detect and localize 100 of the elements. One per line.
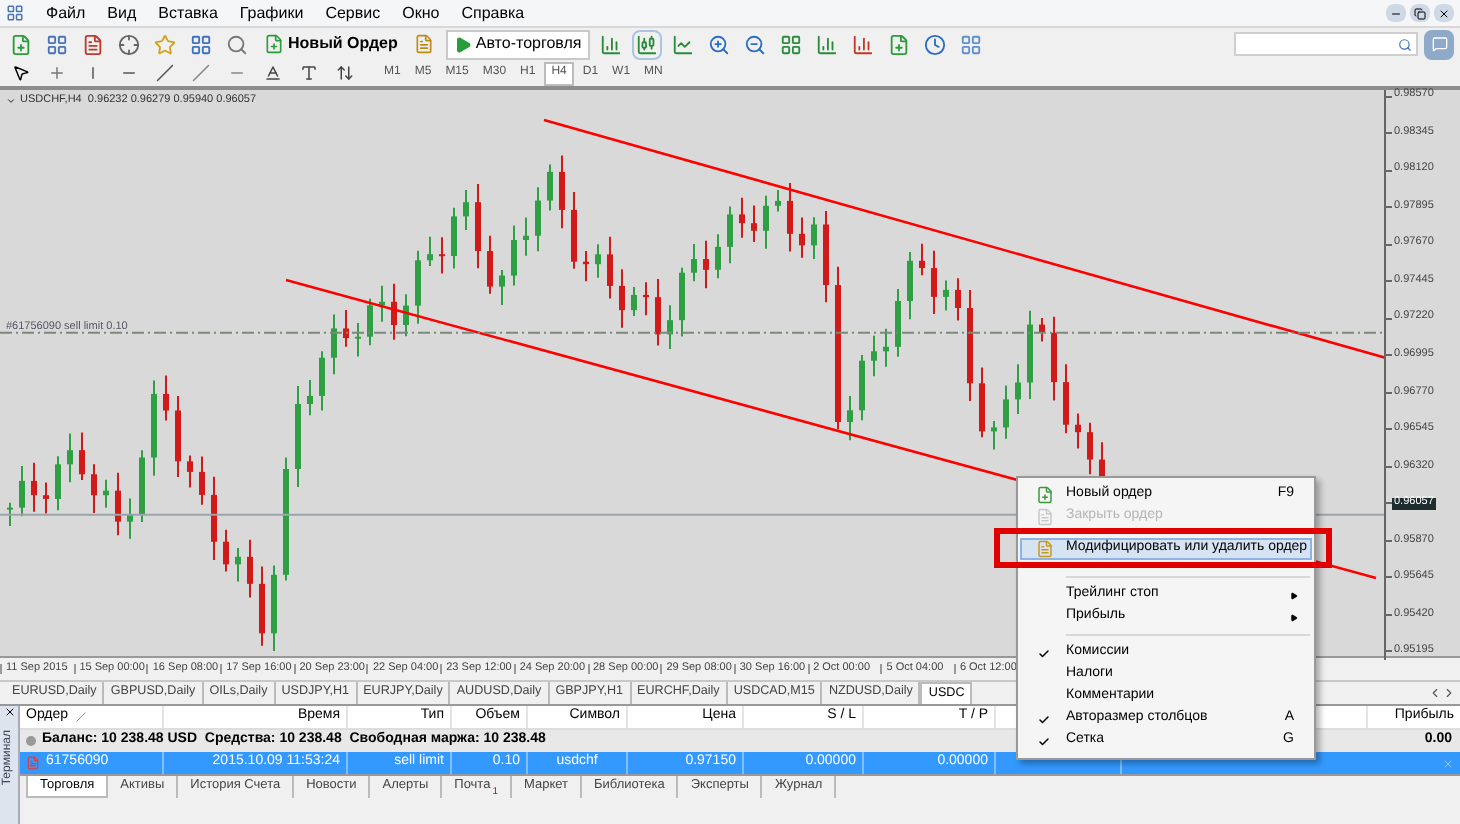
candle: [295, 384, 301, 489]
candle: [1015, 363, 1021, 416]
dropdown-icon[interactable]: [6, 95, 16, 106]
candle: [1063, 363, 1069, 435]
candle: [19, 464, 25, 518]
candle: [643, 281, 649, 317]
menu-item[interactable]: Справка: [461, 5, 525, 21]
minimize-icon[interactable]: [1386, 4, 1406, 22]
candle: [487, 234, 493, 295]
scroll-right-icon[interactable]: [1442, 686, 1456, 700]
close-icon[interactable]: [1434, 4, 1454, 22]
candle: [691, 243, 697, 283]
menu-item[interactable]: Окно: [402, 5, 440, 21]
menu-item[interactable]: Файл: [46, 5, 86, 21]
candle: [7, 501, 13, 527]
candle: [103, 478, 109, 509]
candle: [31, 461, 37, 513]
candle: [559, 154, 565, 230]
candle: [871, 334, 877, 378]
candle: [883, 327, 889, 368]
candle: [79, 431, 85, 481]
candle: [979, 366, 985, 439]
candle: [247, 538, 253, 599]
candle: [475, 183, 481, 270]
candle: [619, 268, 625, 329]
candle: [727, 205, 733, 265]
candle: [151, 379, 157, 477]
candle: [1027, 309, 1033, 400]
candle: [967, 289, 973, 402]
candle: [163, 374, 169, 422]
candle: [715, 233, 721, 280]
candle: [499, 268, 505, 306]
candle: [355, 321, 361, 358]
candle: [67, 432, 73, 484]
candlestick-chart-icon[interactable]: [631, 29, 662, 59]
search-field[interactable]: [1234, 32, 1418, 56]
channel-upper-line[interactable]: [543, 118, 1386, 360]
candle: [919, 242, 925, 277]
candle: [607, 235, 613, 300]
candle: [799, 216, 805, 259]
menu-item[interactable]: Вставка: [158, 5, 218, 21]
candle: [211, 475, 217, 561]
candle: [1003, 384, 1009, 440]
candle: [667, 304, 673, 351]
candle: [811, 216, 817, 260]
crosshair-icon[interactable]: [114, 29, 144, 59]
candle: [331, 313, 337, 376]
candle: [1087, 421, 1093, 476]
candle: [439, 236, 445, 275]
candle: [127, 497, 133, 540]
candle: [391, 282, 397, 341]
candle: [703, 239, 709, 290]
candle: [259, 565, 265, 647]
play-icon: [453, 35, 472, 53]
candle: [679, 266, 685, 338]
candle: [367, 297, 373, 347]
sort-icon: [76, 712, 87, 722]
restore-icon[interactable]: [1410, 4, 1430, 22]
candle: [283, 456, 289, 582]
candle: [547, 163, 553, 212]
close-icon[interactable]: [3, 706, 15, 718]
candle: [343, 309, 349, 348]
candle: [991, 420, 997, 451]
candle: [931, 249, 937, 315]
candle: [415, 249, 421, 325]
candle: [235, 547, 241, 583]
candle: [319, 350, 325, 412]
submenu-arrow-icon: [1290, 613, 1298, 621]
candle: [751, 204, 757, 244]
document-plus-icon: [1035, 486, 1053, 504]
document-icon: [1035, 540, 1053, 558]
menu-item[interactable]: Сервис: [325, 5, 381, 21]
candle: [379, 284, 385, 323]
candle: [775, 189, 781, 213]
candle: [523, 216, 529, 257]
candle: [43, 481, 49, 515]
check-icon: [1038, 647, 1050, 659]
candle: [271, 564, 277, 652]
favorites-icon[interactable]: [150, 29, 180, 59]
app-icon: [6, 4, 24, 22]
candle: [763, 194, 769, 250]
clock-icon[interactable]: [919, 29, 950, 59]
auto-trading-button[interactable]: Авто-торговля: [445, 29, 590, 59]
candle: [139, 449, 145, 524]
search-icon: [1398, 37, 1412, 51]
candle: [955, 277, 961, 322]
menu-item[interactable]: Графики: [239, 5, 304, 21]
new-order-button[interactable]: Новый Ордер: [258, 29, 404, 59]
scroll-left-icon[interactable]: [1428, 686, 1442, 700]
candle: [571, 191, 577, 270]
candle: [895, 288, 901, 358]
menu-item[interactable]: Вид: [107, 5, 137, 21]
candle: [427, 235, 433, 267]
document-plus-icon: [264, 34, 284, 54]
candle: [1051, 315, 1057, 402]
candle: [1075, 412, 1081, 450]
candle: [223, 528, 229, 573]
document-icon: [1035, 508, 1053, 526]
candle: [631, 286, 637, 317]
candle: [91, 463, 97, 514]
